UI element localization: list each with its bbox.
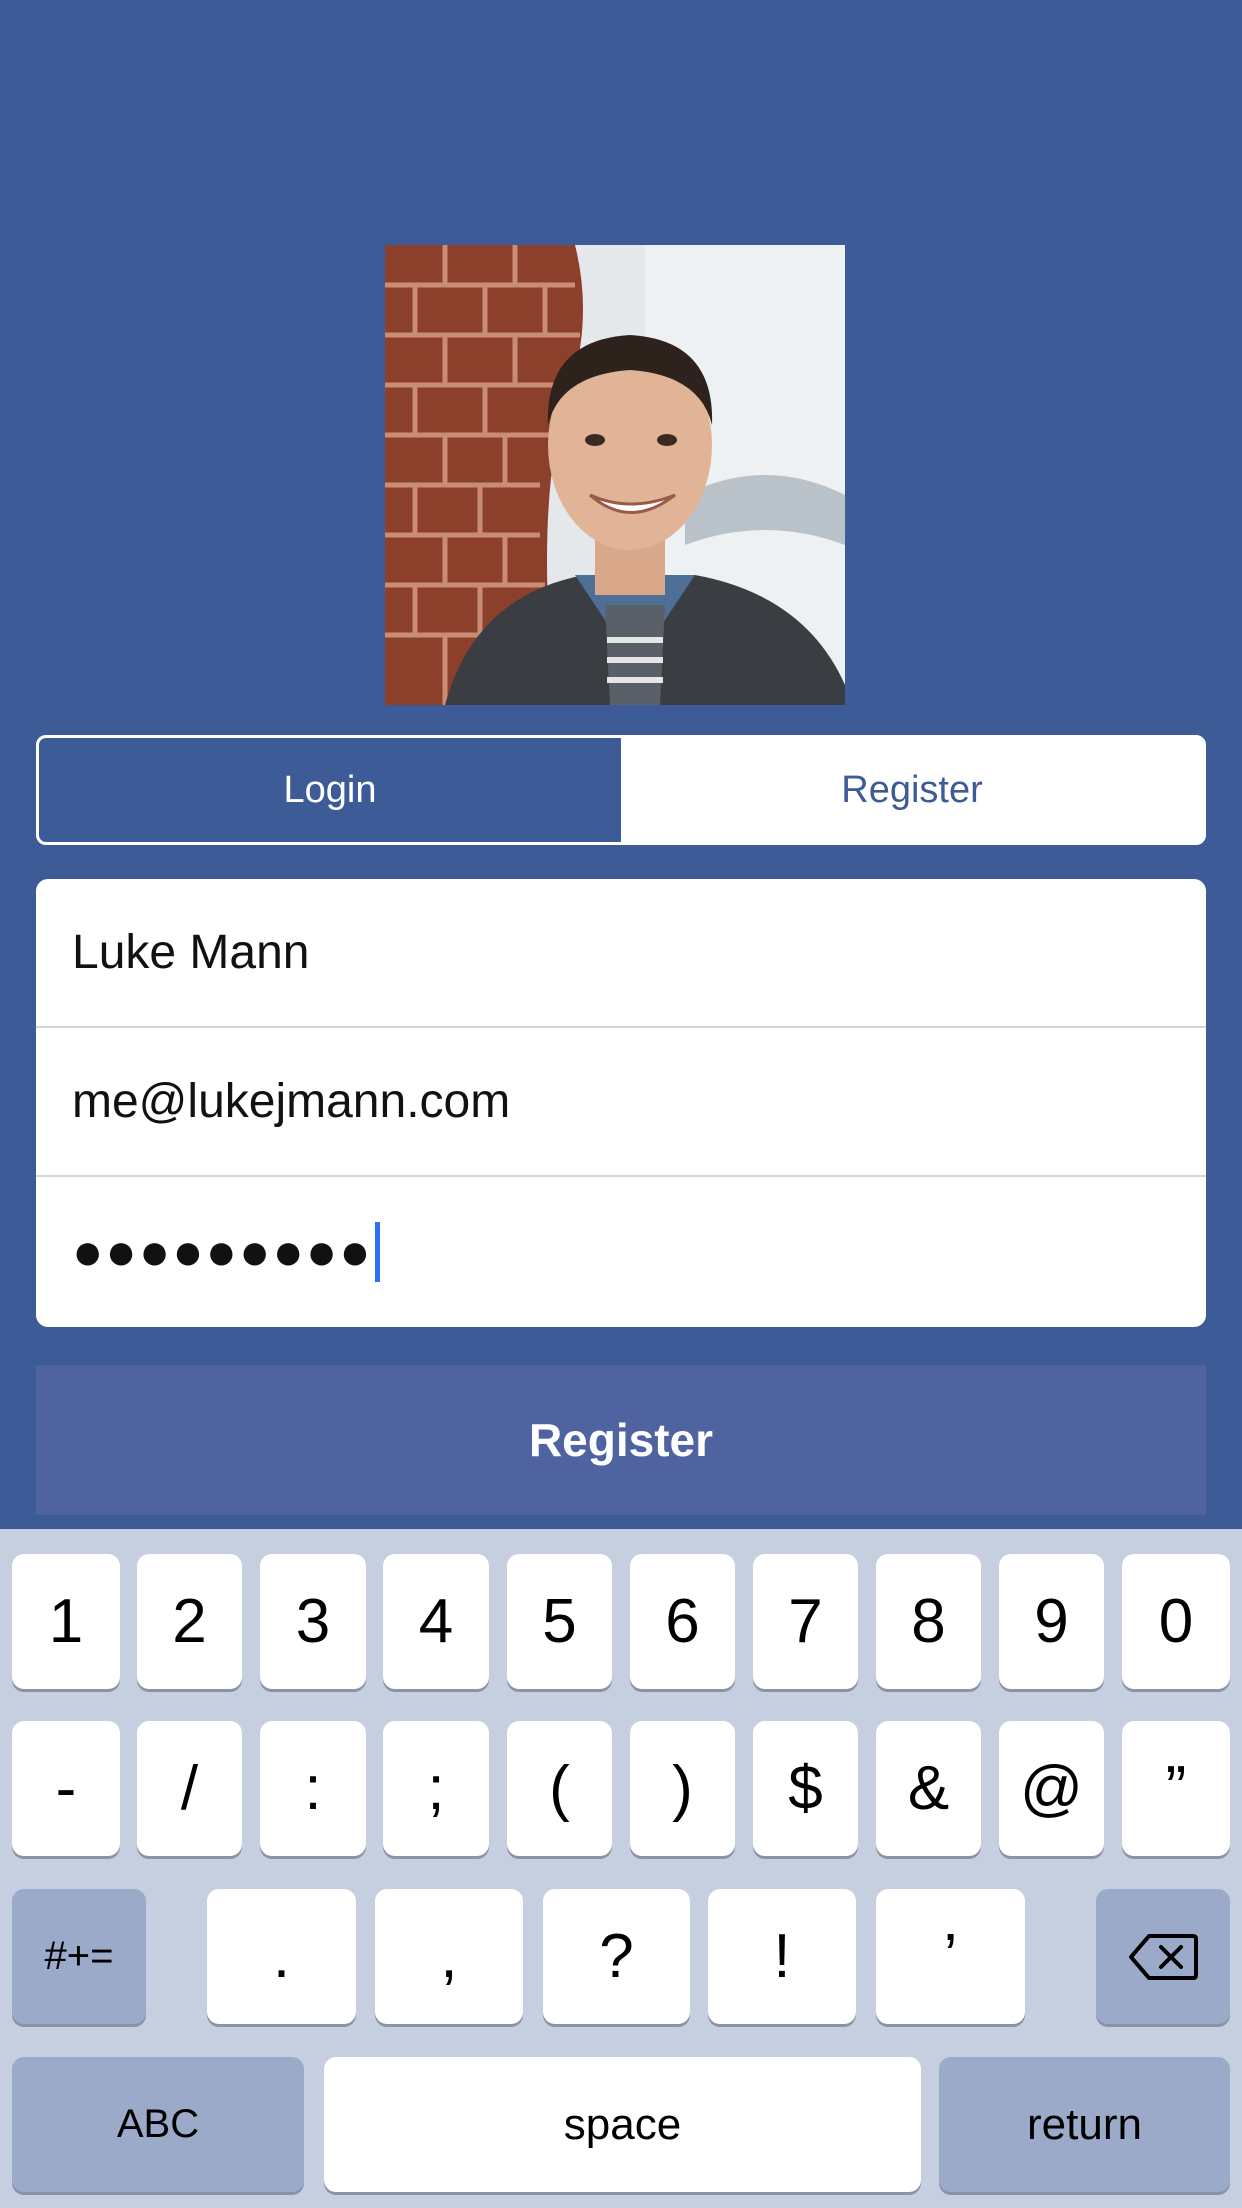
key-1[interactable]: 1 bbox=[12, 1554, 120, 1689]
space-key[interactable]: space bbox=[324, 2057, 921, 2192]
key-slash[interactable]: / bbox=[137, 1721, 242, 1856]
key-dollar[interactable]: $ bbox=[753, 1721, 858, 1856]
register-button[interactable]: Register bbox=[36, 1365, 1206, 1515]
profile-photo-image bbox=[385, 245, 845, 705]
key-question[interactable]: ? bbox=[543, 1889, 690, 2024]
key-close-paren[interactable]: ) bbox=[630, 1721, 735, 1856]
auth-mode-segmented-control: Login Register bbox=[36, 735, 1206, 845]
email-field-value: me@lukejmann.com bbox=[72, 1075, 511, 1128]
registration-form: Luke Mann me@lukejmann.com ●●●●●●●●● bbox=[36, 879, 1206, 1327]
name-field-value: Luke Mann bbox=[72, 926, 310, 979]
abc-key[interactable]: ABC bbox=[12, 2057, 304, 2192]
key-quote[interactable]: ” bbox=[1122, 1721, 1230, 1856]
key-2[interactable]: 2 bbox=[137, 1554, 242, 1689]
key-3[interactable]: 3 bbox=[260, 1554, 366, 1689]
key-8[interactable]: 8 bbox=[876, 1554, 981, 1689]
key-apostrophe[interactable]: ’ bbox=[876, 1889, 1025, 2024]
profile-photo bbox=[385, 245, 845, 705]
tab-register[interactable]: Register bbox=[621, 738, 1203, 842]
key-7[interactable]: 7 bbox=[753, 1554, 858, 1689]
tab-login[interactable]: Login bbox=[39, 738, 621, 842]
key-colon[interactable]: : bbox=[260, 1721, 366, 1856]
keyboard: 1 2 3 4 5 6 7 8 9 0 - / : ; ( ) $ & @ ” … bbox=[0, 1529, 1242, 2208]
symbols-key[interactable]: #+= bbox=[12, 1889, 146, 2024]
key-9[interactable]: 9 bbox=[999, 1554, 1104, 1689]
tab-register-label: Register bbox=[841, 768, 983, 811]
email-field[interactable]: me@lukejmann.com bbox=[36, 1028, 1206, 1177]
key-5[interactable]: 5 bbox=[507, 1554, 612, 1689]
return-key[interactable]: return bbox=[939, 2057, 1230, 2192]
key-at[interactable]: @ bbox=[999, 1721, 1104, 1856]
key-0[interactable]: 0 bbox=[1122, 1554, 1230, 1689]
register-button-label: Register bbox=[528, 1414, 714, 1466]
key-open-paren[interactable]: ( bbox=[507, 1721, 612, 1856]
delete-key[interactable] bbox=[1096, 1889, 1230, 2024]
key-6[interactable]: 6 bbox=[630, 1554, 735, 1689]
key-exclamation[interactable]: ! bbox=[708, 1889, 856, 2024]
key-hyphen[interactable]: - bbox=[12, 1721, 120, 1856]
tab-login-label: Login bbox=[283, 768, 377, 811]
key-comma[interactable]: , bbox=[375, 1889, 523, 2024]
key-4[interactable]: 4 bbox=[383, 1554, 489, 1689]
password-field[interactable]: ●●●●●●●●● bbox=[36, 1177, 1206, 1326]
text-cursor bbox=[374, 1221, 380, 1282]
key-period[interactable]: . bbox=[207, 1889, 356, 2024]
backspace-icon bbox=[1129, 1933, 1198, 1980]
key-semicolon[interactable]: ; bbox=[383, 1721, 489, 1856]
password-field-value: ●●●●●●●●● bbox=[72, 1222, 373, 1281]
key-ampersand[interactable]: & bbox=[876, 1721, 981, 1856]
name-field[interactable]: Luke Mann bbox=[36, 879, 1206, 1028]
